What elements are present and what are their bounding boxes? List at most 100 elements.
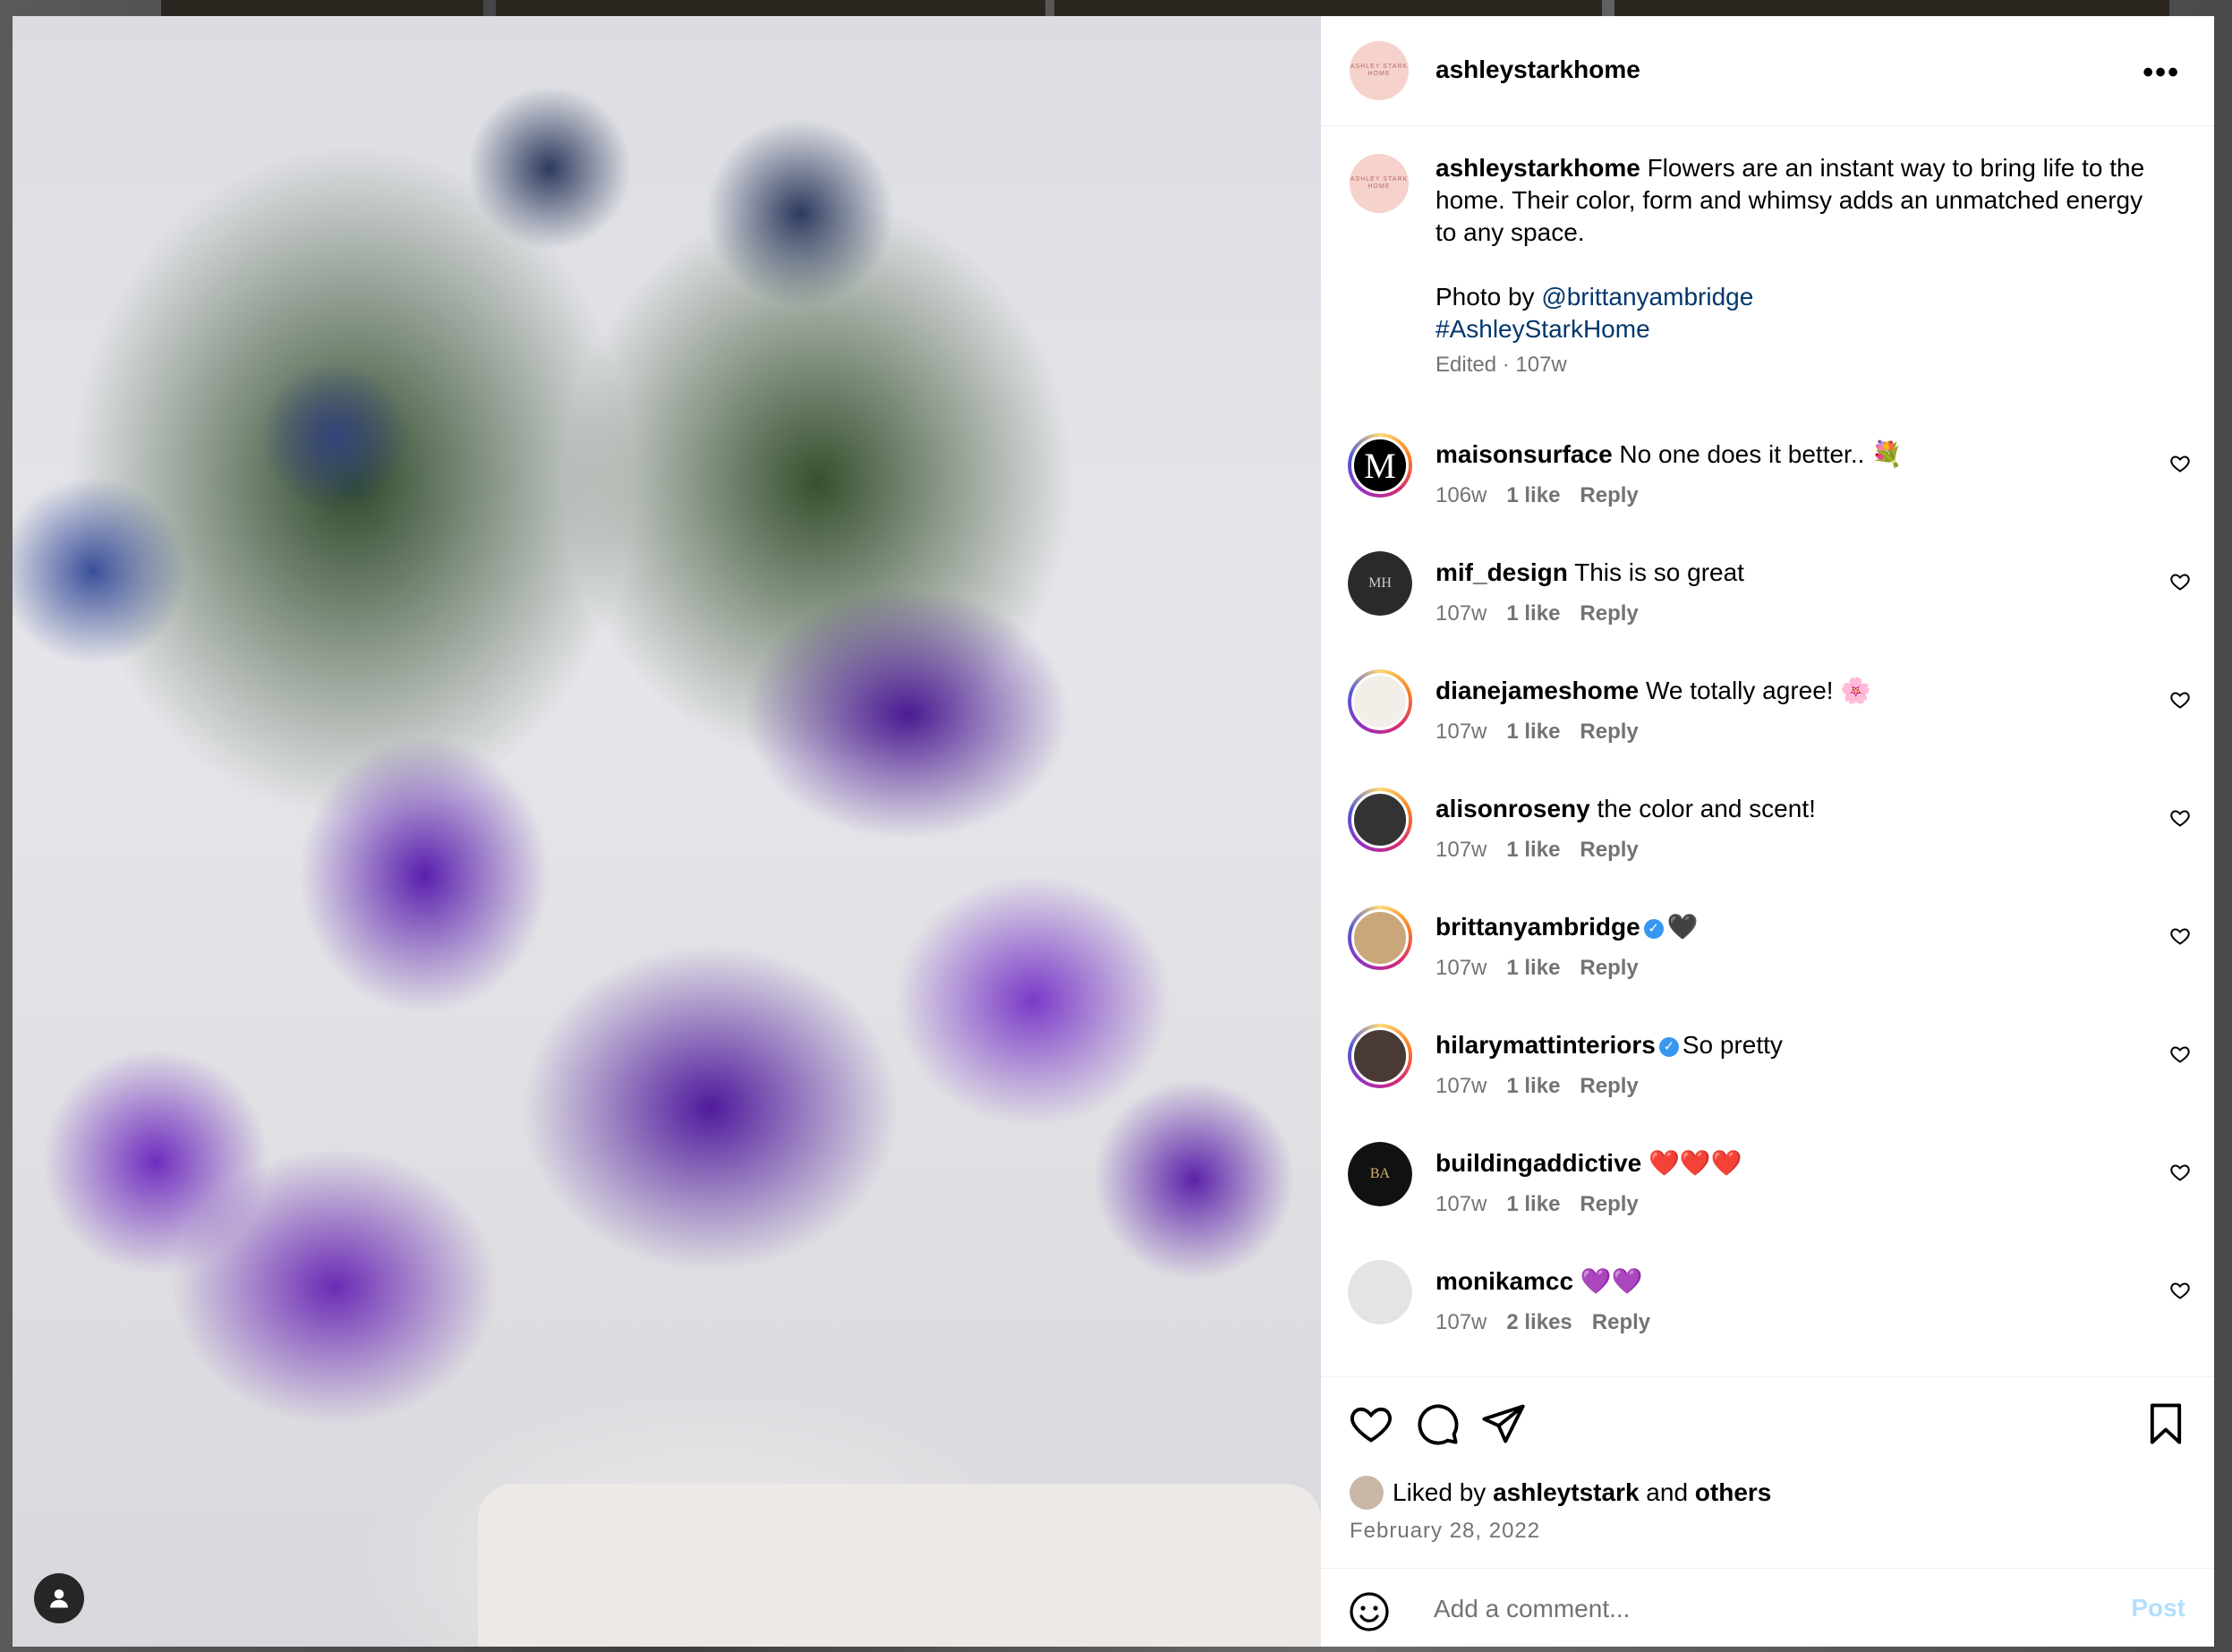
reply-button[interactable]: Reply [1580, 838, 1638, 862]
comment-username[interactable]: hilarymattinteriors [1435, 1031, 1656, 1059]
comment-row: hilarymattinteriors ✓ So pretty 107w 1 like R… [1321, 1024, 2214, 1142]
comment-like-heart-icon[interactable] [2169, 1162, 2191, 1183]
comment-like-heart-icon[interactable] [2169, 807, 2191, 829]
hashtag-link[interactable]: #AshleyStarkHome [1435, 313, 2169, 345]
vase-shape [478, 1484, 1321, 1647]
comment-text-line: mif_design This is so great [1435, 557, 2116, 589]
avatar[interactable]: M [1348, 433, 1412, 498]
comment-like-heart-icon[interactable] [2169, 689, 2191, 711]
reply-button[interactable]: Reply [1580, 956, 1638, 980]
reply-button[interactable]: Reply [1592, 1310, 1650, 1334]
bookmark-icon[interactable] [2143, 1401, 2189, 1447]
comment-meta: 107w 1 like Reply [1435, 838, 1658, 863]
comment-like-heart-icon[interactable] [2169, 571, 2191, 592]
avatar[interactable] [1348, 788, 1412, 852]
comment-likes[interactable]: 1 like [1506, 483, 1560, 507]
comment-age: 107w [1435, 1074, 1487, 1098]
photo-credit-link[interactable]: @brittanyambridge [1541, 283, 1753, 311]
verified-badge-icon: ✓ [1643, 918, 1664, 939]
comment-likes[interactable]: 2 likes [1506, 1310, 1572, 1334]
comment-like-heart-icon[interactable] [2169, 925, 2191, 947]
share-icon[interactable] [1480, 1401, 1527, 1447]
liked-by-and: and [1646, 1478, 1689, 1506]
liked-by-user[interactable]: ashleytstark [1493, 1478, 1639, 1507]
comment-likes[interactable]: 1 like [1506, 720, 1560, 744]
comment-username[interactable]: alisonroseny [1435, 795, 1590, 822]
avatar-text: ASHLEY STARK HOME [1350, 64, 1409, 77]
comment-row: dianejameshome We totally agree! 🌸 107w 1 … [1321, 669, 2214, 788]
post-button[interactable]: Post [2131, 1594, 2185, 1622]
user-icon[interactable] [34, 1573, 84, 1623]
liked-by-others[interactable]: others [1695, 1478, 1772, 1507]
avatar[interactable]: BA [1348, 1142, 1412, 1206]
more-options-icon[interactable]: ••• [2143, 55, 2180, 90]
comment-username[interactable]: maisonsurface [1435, 440, 1613, 468]
comment-likes[interactable]: 1 like [1506, 838, 1560, 862]
avatar[interactable]: MH [1348, 551, 1412, 616]
liked-by-avatar[interactable] [1350, 1476, 1384, 1510]
comment-like-heart-icon[interactable] [2169, 1043, 2191, 1065]
avatar-glyph: M [1364, 445, 1396, 486]
comment-username[interactable]: dianejameshome [1435, 677, 1639, 704]
comment-input[interactable] [1432, 1588, 2116, 1630]
post-modal: ASHLEY STARK HOME ashleystarkhome ••• AS… [13, 16, 2214, 1647]
comment-text: No one does it better.. 💐 [1619, 440, 1904, 468]
comment-meta: 107w 1 like Reply [1435, 1074, 1658, 1099]
comment-username[interactable]: monikamcc [1435, 1267, 1573, 1295]
post-author-username[interactable]: ashleystarkhome [1435, 55, 1640, 84]
background-tile [496, 0, 1045, 16]
comment-meta: 107w 1 like Reply [1435, 1192, 1658, 1217]
avatar[interactable] [1348, 1024, 1412, 1088]
avatar-glyph: MH [1368, 575, 1392, 591]
reply-button[interactable]: Reply [1580, 720, 1638, 744]
comment-likes[interactable]: 1 like [1506, 956, 1560, 980]
avatar[interactable] [1348, 669, 1412, 734]
comment-like-heart-icon[interactable] [2169, 453, 2191, 474]
comment-username[interactable]: buildingaddictive [1435, 1149, 1641, 1177]
comment-meta: 107w 1 like Reply [1435, 601, 1658, 626]
verified-badge-icon: ✓ [1658, 1036, 1679, 1057]
comment-text-line: maisonsurface No one does it better.. 💐 [1435, 439, 2116, 471]
avatar[interactable] [1348, 906, 1412, 970]
comment-like-heart-icon[interactable] [2169, 1280, 2191, 1301]
comment-likes[interactable]: 1 like [1506, 1192, 1560, 1216]
comment-likes[interactable]: 1 like [1506, 1074, 1560, 1098]
heart-icon[interactable] [1348, 1401, 1394, 1447]
comment-meta: 107w 2 likes Reply [1435, 1310, 1670, 1335]
comment-age: 107w [1435, 601, 1487, 626]
reply-button[interactable]: Reply [1580, 1192, 1638, 1216]
comment-text-line: buildingaddictive ❤️❤️❤️ [1435, 1147, 2116, 1179]
background-tile [1614, 0, 2169, 16]
post-caption: ashleystarkhome Flowers are an instant w… [1435, 152, 2169, 345]
comments-list[interactable]: ASHLEY STARK HOME ashleystarkhome Flower… [1321, 125, 2214, 1376]
avatar-glyph: BA [1369, 1166, 1391, 1181]
comment-age: 107w [1435, 956, 1487, 980]
comment-meta: 107w 1 like Reply [1435, 956, 1658, 981]
comment-username[interactable]: brittanyambridge [1435, 913, 1640, 941]
post-photo[interactable] [13, 16, 1321, 1647]
comment-text: So pretty [1682, 1031, 1783, 1059]
comment-text: We totally agree! 🌸 [1645, 677, 1872, 704]
reply-button[interactable]: Reply [1580, 601, 1638, 626]
comment-text: ❤️❤️❤️ [1648, 1149, 1742, 1177]
comment-likes[interactable]: 1 like [1506, 601, 1560, 626]
avatar[interactable]: ASHLEY STARK HOME [1350, 154, 1409, 213]
photo-credit-prefix: Photo by [1435, 283, 1535, 311]
reply-button[interactable]: Reply [1580, 483, 1638, 507]
post-date[interactable]: February 28, 2022 [1350, 1519, 1540, 1544]
comment-text: This is so great [1574, 558, 1744, 586]
avatar[interactable]: ASHLEY STARK HOME [1350, 41, 1409, 100]
caption-username[interactable]: ashleystarkhome [1435, 154, 1640, 182]
comment-composer: Post [1321, 1568, 2214, 1648]
comment-age: 107w [1435, 838, 1487, 862]
emoji-icon[interactable] [1348, 1590, 1391, 1633]
avatar[interactable] [1348, 1260, 1412, 1324]
comment-icon[interactable] [1414, 1401, 1461, 1447]
comment-username[interactable]: mif_design [1435, 558, 1568, 586]
comment-row: monikamcc 💜💜 107w 2 likes Reply [1321, 1260, 2214, 1376]
post-actions: Liked by ashleytstark and others Februar… [1321, 1376, 2214, 1569]
reply-button[interactable]: Reply [1580, 1074, 1638, 1098]
comment-age: 107w [1435, 1192, 1487, 1216]
comment-age: 107w [1435, 720, 1487, 744]
comment-row: MH mif_design This is so great 107w 1 like R… [1321, 551, 2214, 669]
